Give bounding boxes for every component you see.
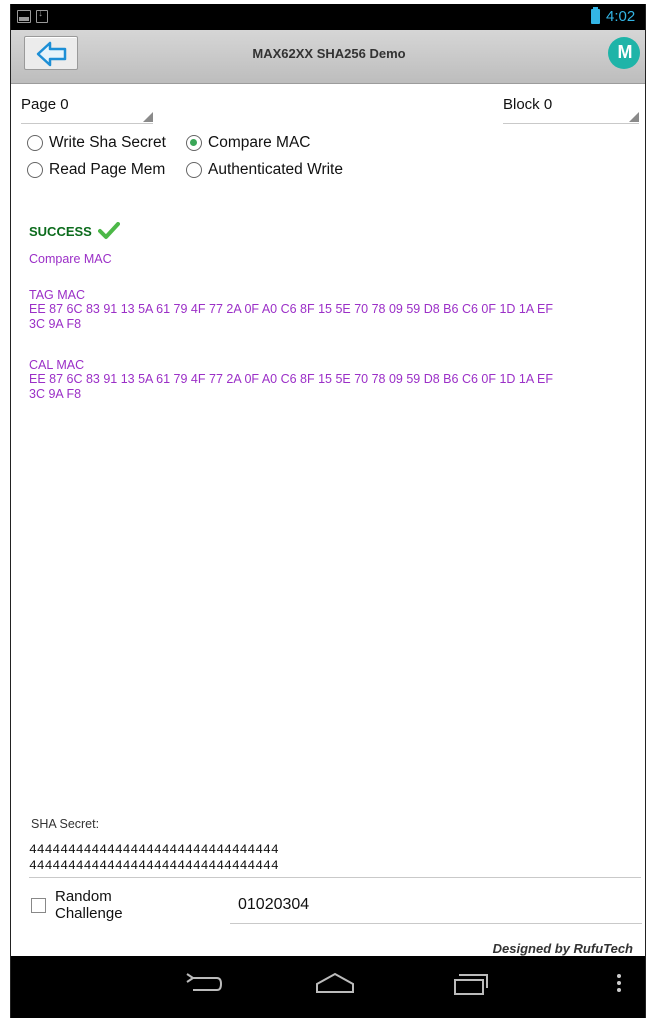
operation-name: Compare MAC: [29, 252, 112, 266]
app-screen: 4:02 MAX62XX SHA256 Demo M Page 0 Block …: [10, 4, 646, 1018]
radio-button-icon: [27, 162, 43, 178]
radio-label: Read Page Mem: [49, 161, 166, 178]
sha-secret-line1: 44444444444444444444444444444444: [29, 842, 279, 857]
gallery-notification-icon: [17, 10, 31, 23]
app-title: MAX62XX SHA256 Demo: [252, 46, 406, 61]
logo-text: M: [617, 42, 633, 62]
page-selector-value: Page 0: [21, 96, 69, 113]
radio-button-icon: [27, 135, 43, 151]
dropdown-indicator-icon: [629, 112, 639, 122]
radio-label: Write Sha Secret: [49, 134, 166, 151]
sha-secret-line2: 44444444444444444444444444444444: [29, 858, 279, 873]
checkmark-icon: [97, 222, 120, 239]
sha-secret-label: SHA Secret:: [31, 817, 100, 831]
status-bar: 4:02: [11, 4, 645, 30]
credit-text: Designed by RufuTech: [492, 941, 633, 956]
radio-button-selected-icon: [186, 135, 202, 151]
recents-icon[interactable]: [447, 970, 491, 998]
status-clock: 4:02: [606, 8, 636, 25]
cal-mac-value-line1: EE 87 6C 83 91 13 5A 61 79 4F 77 2A 0F A…: [29, 372, 553, 386]
back-icon[interactable]: [181, 970, 225, 998]
battery-icon: [591, 7, 600, 24]
dropdown-indicator-icon: [143, 112, 153, 122]
tag-mac-value-line2: 3C 9A F8: [29, 317, 82, 331]
title-bar: MAX62XX SHA256 Demo M: [11, 30, 645, 84]
radio-label: Authenticated Write: [208, 161, 343, 178]
random-challenge-label: Random Challenge: [55, 888, 123, 922]
radio-authenticated-write[interactable]: Authenticated Write: [186, 159, 343, 181]
cal-mac-label: CAL MAC: [29, 358, 85, 372]
radio-label: Compare MAC: [208, 134, 311, 151]
status-text: SUCCESS: [29, 223, 92, 239]
result-status: SUCCESS: [29, 222, 120, 240]
block-selector-value: Block 0: [503, 96, 553, 113]
tag-mac-value-line1: EE 87 6C 83 91 13 5A 61 79 4F 77 2A 0F A…: [29, 302, 553, 316]
download-notification-icon: [36, 8, 48, 23]
cal-mac-value-line2: 3C 9A F8: [29, 387, 82, 401]
tag-mac-label: TAG MAC: [29, 288, 86, 302]
block-selector[interactable]: Block 0: [503, 96, 639, 124]
home-icon[interactable]: [313, 970, 357, 998]
radio-write-sha-secret[interactable]: Write Sha Secret: [27, 132, 166, 154]
random-challenge-checkbox[interactable]: [31, 898, 46, 913]
sha-secret-field[interactable]: 44444444444444444444444444444444 4444444…: [29, 842, 641, 878]
radio-button-icon: [186, 162, 202, 178]
challenge-input[interactable]: 01020304: [230, 896, 642, 924]
radio-compare-mac[interactable]: Compare MAC: [186, 132, 311, 154]
radio-read-page-mem[interactable]: Read Page Mem: [27, 159, 165, 181]
page-selector[interactable]: Page 0: [21, 96, 153, 124]
maxim-logo: M: [608, 37, 640, 69]
overflow-menu-icon[interactable]: [611, 970, 627, 998]
navigation-bar: [11, 956, 645, 1018]
